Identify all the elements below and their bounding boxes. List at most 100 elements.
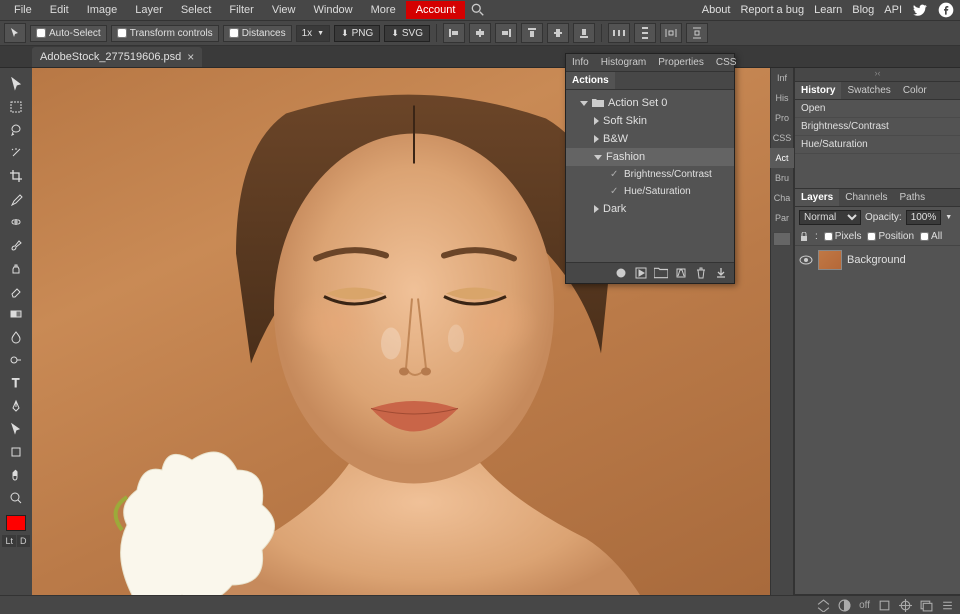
lock-all[interactable]: All (920, 231, 942, 242)
move-tool[interactable] (4, 72, 28, 95)
swatches-tab[interactable]: Swatches (841, 82, 896, 99)
play-icon[interactable] (634, 267, 648, 279)
action-item[interactable]: B&W (566, 130, 734, 148)
align-center-v-button[interactable] (547, 23, 569, 43)
link-api[interactable]: API (884, 4, 902, 16)
lock-icon[interactable] (799, 232, 809, 242)
rtab-properties[interactable]: Pro (770, 108, 794, 128)
action-item[interactable]: Dark (566, 200, 734, 218)
history-item[interactable]: Brightness/Contrast (795, 118, 960, 136)
actions-panel[interactable]: Info Histogram Properties CSS Actions Ac… (565, 53, 735, 284)
layers-tab[interactable]: Layers (795, 189, 839, 206)
menu-window[interactable]: Window (306, 1, 361, 19)
align-bottom-button[interactable] (573, 23, 595, 43)
auto-select-option[interactable]: Auto-Select (30, 25, 107, 42)
record-icon[interactable] (614, 267, 628, 279)
distances-option[interactable]: Distances (223, 25, 292, 42)
rtab-css[interactable]: CSS (770, 128, 794, 148)
path-select-tool[interactable] (4, 417, 28, 440)
pen-tool[interactable] (4, 394, 28, 417)
align-top-button[interactable] (521, 23, 543, 43)
distribute-spacing-v-button[interactable] (686, 23, 708, 43)
download-icon[interactable] (714, 267, 728, 279)
channels-tab[interactable]: Channels (839, 189, 893, 206)
link-blog[interactable]: Blog (852, 4, 874, 16)
link-bug[interactable]: Report a bug (740, 4, 804, 16)
transform-controls-option[interactable]: Transform controls (111, 25, 219, 42)
move-tool-indicator[interactable] (4, 23, 26, 43)
float-tab-info[interactable]: Info (566, 54, 595, 71)
dodge-tool[interactable] (4, 348, 28, 371)
visibility-icon[interactable] (799, 255, 813, 265)
eraser-tool[interactable] (4, 279, 28, 302)
document-tab[interactable]: AdobeStock_277519606.psd × (32, 47, 202, 67)
export-svg-button[interactable]: ⬇SVG (384, 25, 430, 42)
brush-tool[interactable] (4, 233, 28, 256)
menu-filter[interactable]: Filter (221, 1, 261, 19)
menu-file[interactable]: File (6, 1, 40, 19)
layer-item[interactable]: Background (795, 246, 960, 274)
blur-tool[interactable] (4, 325, 28, 348)
menu-layer[interactable]: Layer (127, 1, 171, 19)
sb-square-icon[interactable] (878, 599, 891, 612)
gradient-tool[interactable] (4, 302, 28, 325)
history-item[interactable]: Open (795, 100, 960, 118)
distribute-h-button[interactable] (608, 23, 630, 43)
menu-account[interactable]: Account (406, 1, 466, 19)
blend-mode-select[interactable]: Normal (799, 210, 861, 225)
sb-target-icon[interactable] (899, 599, 912, 612)
new-action-icon[interactable] (674, 267, 688, 279)
crop-tool[interactable] (4, 164, 28, 187)
align-right-button[interactable] (495, 23, 517, 43)
rtab-brush[interactable]: Bru (770, 168, 794, 188)
light-mode[interactable]: Lt (2, 535, 16, 547)
distribute-spacing-h-button[interactable] (660, 23, 682, 43)
action-item[interactable]: Fashion (566, 148, 734, 166)
heal-tool[interactable] (4, 210, 28, 233)
eyedropper-tool[interactable] (4, 187, 28, 210)
float-tab-css[interactable]: CSS (710, 54, 743, 71)
link-learn[interactable]: Learn (814, 4, 842, 16)
hand-tool[interactable] (4, 463, 28, 486)
rtab-thumbnail[interactable] (773, 232, 791, 246)
panels-collapse[interactable]: ›‹ (795, 68, 960, 82)
menu-view[interactable]: View (264, 1, 304, 19)
lock-position[interactable]: Position (867, 231, 914, 242)
opacity-value[interactable]: 100% (906, 210, 942, 225)
foreground-color[interactable] (6, 515, 26, 531)
search-icon[interactable] (471, 3, 485, 17)
shape-tool[interactable] (4, 440, 28, 463)
float-tab-properties[interactable]: Properties (652, 54, 710, 71)
float-tab-actions[interactable]: Actions (566, 72, 615, 89)
export-png-button[interactable]: ⬇PNG (334, 25, 380, 42)
rtab-paragraph[interactable]: Par (770, 208, 794, 228)
action-step[interactable]: ✓Brightness/Contrast (566, 166, 734, 183)
paths-tab[interactable]: Paths (894, 189, 932, 206)
twitter-icon[interactable] (912, 2, 928, 18)
rect-select-tool[interactable] (4, 95, 28, 118)
wand-tool[interactable] (4, 141, 28, 164)
distribute-v-button[interactable] (634, 23, 656, 43)
zoom-tool[interactable] (4, 486, 28, 509)
link-about[interactable]: About (702, 4, 731, 16)
lock-pixels[interactable]: Pixels (824, 231, 862, 242)
new-folder-icon[interactable] (654, 267, 668, 279)
action-set[interactable]: Action Set 0 (566, 94, 734, 112)
lasso-tool[interactable] (4, 118, 28, 141)
trash-icon[interactable] (694, 267, 708, 279)
sb-half-circle-icon[interactable] (838, 599, 851, 612)
history-item[interactable]: Hue/Saturation (795, 136, 960, 154)
menu-edit[interactable]: Edit (42, 1, 77, 19)
sb-stack-icon[interactable] (920, 599, 933, 612)
menu-more[interactable]: More (363, 1, 404, 19)
color-swatches[interactable]: LtD (2, 515, 29, 547)
menu-select[interactable]: Select (173, 1, 220, 19)
facebook-icon[interactable] (938, 2, 954, 18)
dark-mode[interactable]: D (17, 535, 30, 547)
action-step[interactable]: ✓Hue/Saturation (566, 183, 734, 200)
rtab-character[interactable]: Cha (770, 188, 794, 208)
float-tab-histogram[interactable]: Histogram (595, 54, 653, 71)
zoom-dropdown[interactable]: 1x▼ (296, 25, 331, 42)
rtab-info[interactable]: Inf (770, 68, 794, 88)
type-tool[interactable]: T (4, 371, 28, 394)
